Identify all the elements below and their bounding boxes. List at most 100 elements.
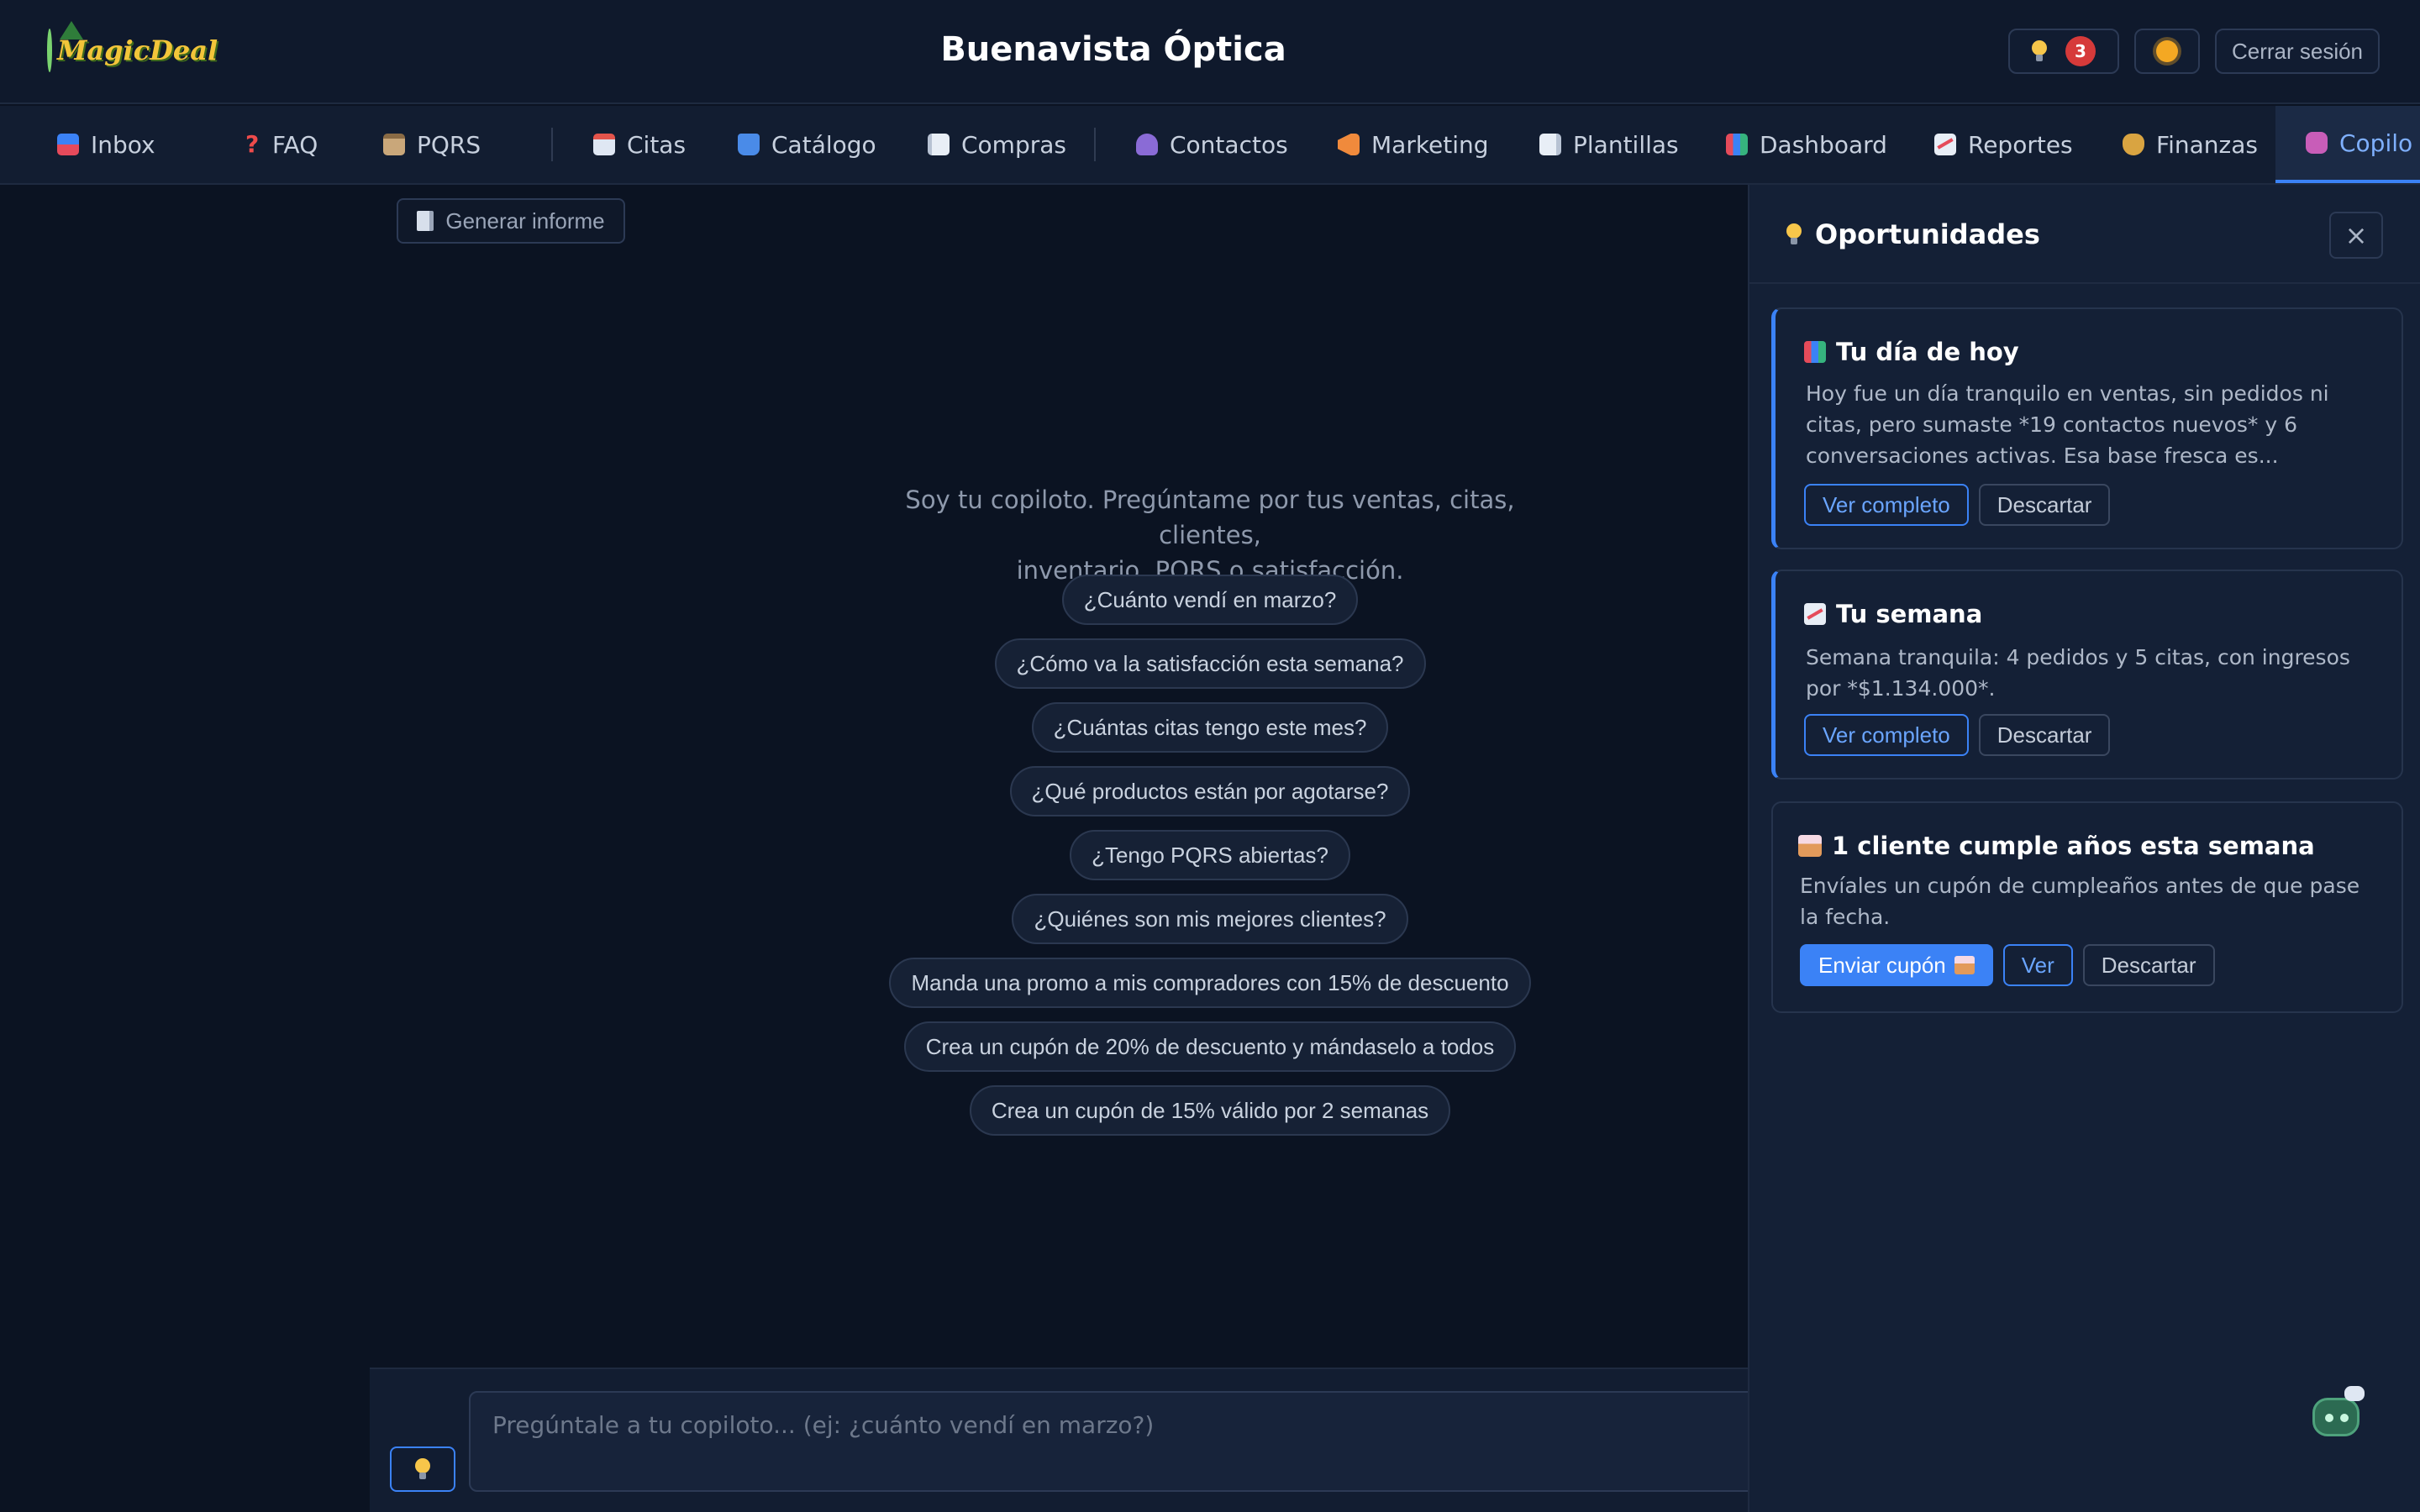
suggestion-chip[interactable]: ¿Cuánto vendí en marzo?: [1061, 575, 1359, 625]
intro-line: Soy tu copiloto. Pregúntame por tus vent…: [905, 486, 1515, 549]
panel-title-text: Oportunidades: [1815, 218, 2040, 250]
bot-head: [2312, 1398, 2360, 1436]
speech-bubble-icon: [2344, 1386, 2365, 1401]
opportunity-card-today: Tu día de hoy Hoy fue un día tranquilo e…: [1771, 307, 2403, 549]
tab-reportes[interactable]: Reportes: [1934, 106, 2073, 183]
copilot-intro: Soy tu copiloto. Pregúntame por tus vent…: [874, 482, 1546, 588]
view-full-button[interactable]: Ver completo: [1804, 484, 1969, 526]
card-title: 1 cliente cumple años esta semana: [1798, 832, 2315, 860]
card-actions: Ver completo Descartar: [1804, 484, 2111, 526]
suggestions-toggle-button[interactable]: [390, 1446, 455, 1492]
card-body: Semana tranquila: 4 pedidos y 5 citas, c…: [1806, 645, 2350, 701]
suggestion-chip[interactable]: Manda una promo a mis compradores con 15…: [889, 958, 1531, 1008]
tab-faq[interactable]: ? FAQ: [245, 106, 318, 183]
header-actions: 3 Cerrar sesión: [2008, 29, 2380, 74]
tab-pqrs[interactable]: PQRS: [383, 106, 481, 183]
tab-label: Reportes: [1968, 130, 2073, 159]
card-title: Tu día de hoy: [1804, 338, 2019, 366]
suggestion-chip[interactable]: Crea un cupón de 15% válido por 2 semana…: [969, 1085, 1451, 1136]
card-body: Envíales un cupón de cumpleaños antes de…: [1800, 874, 2360, 929]
tab-catalogo[interactable]: Catálogo: [738, 106, 876, 183]
panel-header: Oportunidades ×: [1749, 185, 2420, 284]
birthday-cake-icon: [1798, 835, 1822, 857]
tab-citas[interactable]: Citas: [593, 106, 686, 183]
card-body: Hoy fue un día tranquilo en ventas, sin …: [1806, 381, 2329, 468]
opportunity-card-birthday: 1 cliente cumple años esta semana Envíal…: [1771, 801, 2403, 1013]
lightbulb-icon: [2032, 40, 2047, 62]
tab-label: FAQ: [272, 130, 318, 159]
notification-badge: 3: [2065, 36, 2096, 66]
send-coupon-button[interactable]: Enviar cupón: [1800, 944, 1993, 986]
suggestion-chip[interactable]: ¿Qué productos están por agotarse?: [1009, 766, 1411, 816]
suggestion-chip[interactable]: ¿Quiénes son mis mejores clientes?: [1012, 894, 1408, 944]
close-icon[interactable]: ×: [2329, 212, 2383, 259]
bar-chart-icon: [1804, 341, 1826, 363]
sun-icon: [2156, 40, 2178, 62]
bot-eye: [2325, 1414, 2333, 1422]
receipt-icon: [928, 134, 950, 155]
calendar-icon: [593, 134, 615, 155]
trend-chart-icon: [1804, 603, 1826, 625]
dismiss-button[interactable]: Descartar: [1978, 714, 2111, 756]
tab-marketing[interactable]: Marketing: [1338, 106, 1489, 183]
dismiss-button[interactable]: Descartar: [1978, 484, 2111, 526]
tab-inbox[interactable]: Inbox: [57, 106, 155, 183]
document-icon: [1539, 134, 1561, 155]
suggestion-chip[interactable]: Crea un cupón de 20% de descuento y mánd…: [903, 1021, 1517, 1072]
tab-label: Dashboard: [1760, 130, 1887, 159]
money-bag-icon: [2123, 134, 2144, 155]
opportunity-card-week: Tu semana Semana tranquila: 4 pedidos y …: [1771, 570, 2403, 780]
opportunities-button[interactable]: 3: [2008, 29, 2119, 74]
lightbulb-icon: [415, 1458, 430, 1480]
suggestion-chip[interactable]: ¿Cuántas citas tengo este mes?: [1031, 702, 1389, 753]
bot-eye: [2340, 1414, 2349, 1422]
tab-finanzas[interactable]: Finanzas: [2123, 106, 2258, 183]
card-title-text: 1 cliente cumple años esta semana: [1832, 832, 2315, 860]
opportunities-panel: Oportunidades × Tu día de hoy Hoy fue un…: [1748, 185, 2420, 1512]
tab-label: Inbox: [91, 130, 155, 159]
megaphone-icon: [1338, 134, 1360, 155]
card-title-text: Tu día de hoy: [1836, 338, 2019, 366]
suggestion-list: ¿Cuánto vendí en marzo? ¿Cómo va la sati…: [874, 575, 1546, 1136]
tab-label: Marketing: [1371, 130, 1489, 159]
tab-label: Copilo: [2339, 129, 2413, 157]
tab-plantillas[interactable]: Plantillas: [1539, 106, 1679, 183]
tab-label: Compras: [961, 130, 1066, 159]
document-icon: [417, 211, 434, 231]
nav-divider: [551, 128, 553, 161]
trend-chart-icon: [1934, 134, 1956, 155]
suggestion-chip[interactable]: ¿Tengo PQRS abiertas?: [1070, 830, 1350, 880]
shopping-bags-icon: [738, 134, 760, 155]
generate-report-button[interactable]: Generar informe: [397, 198, 625, 244]
tab-label: Citas: [627, 130, 687, 159]
view-button[interactable]: Ver: [2002, 944, 2073, 986]
generate-report-label: Generar informe: [445, 207, 605, 234]
clipboard-icon: [383, 134, 405, 155]
view-full-button[interactable]: Ver completo: [1804, 714, 1969, 756]
card-title: Tu semana: [1804, 600, 1982, 628]
theme-toggle-button[interactable]: [2134, 29, 2200, 74]
inbox-icon: [57, 134, 79, 155]
dismiss-button[interactable]: Descartar: [2082, 944, 2215, 986]
question-icon: ?: [245, 130, 260, 158]
tab-contactos[interactable]: Contactos: [1136, 106, 1288, 183]
logout-button[interactable]: Cerrar sesión: [2215, 29, 2380, 74]
card-actions: Enviar cupón Ver Descartar: [1800, 944, 2215, 986]
robot-icon: [2306, 132, 2328, 154]
send-coupon-label: Enviar cupón: [1818, 952, 1946, 978]
nav-divider: [1094, 128, 1096, 161]
tab-dashboard[interactable]: Dashboard: [1726, 106, 1887, 183]
tab-label: Finanzas: [2156, 130, 2258, 159]
tab-compras[interactable]: Compras: [928, 106, 1066, 183]
tab-label: PQRS: [417, 130, 481, 159]
suggestion-chip[interactable]: ¿Cómo va la satisfacción esta semana?: [994, 638, 1426, 689]
chat-input[interactable]: Pregúntale a tu copiloto... (ej: ¿cuánto…: [469, 1391, 1763, 1492]
tab-label: Catálogo: [771, 130, 876, 159]
tab-copilot[interactable]: Copilo: [2275, 106, 2420, 183]
card-title-text: Tu semana: [1836, 600, 1983, 628]
copilot-bot-icon[interactable]: [2307, 1386, 2365, 1443]
tab-label: Plantillas: [1573, 130, 1679, 159]
tab-label: Contactos: [1170, 130, 1288, 159]
lightbulb-icon: [1786, 223, 1802, 245]
top-header: MagicDeal Buenavista Óptica 3 Cerrar ses…: [0, 0, 2420, 104]
